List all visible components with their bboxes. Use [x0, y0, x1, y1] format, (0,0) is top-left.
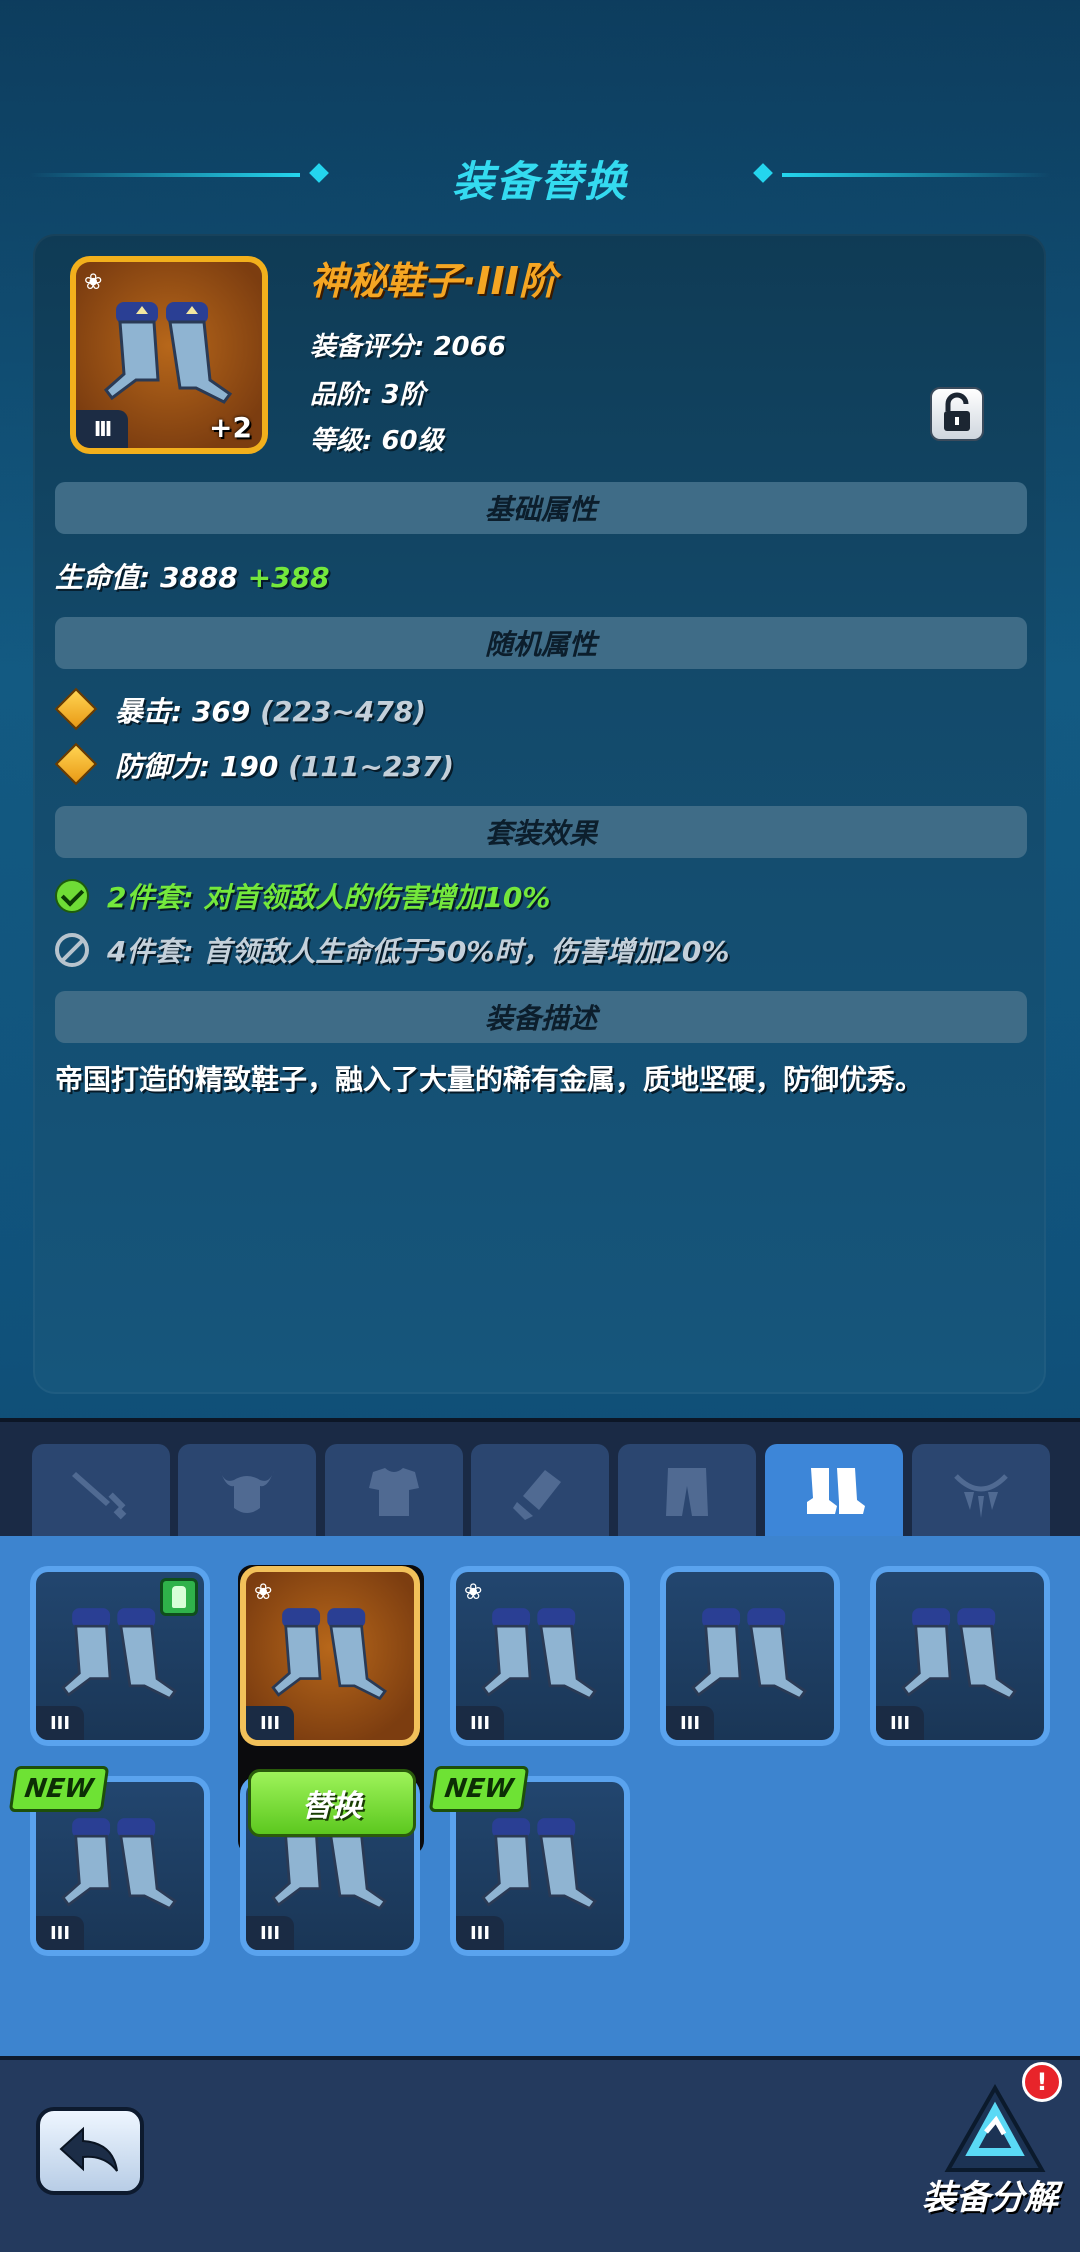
- tab-weapon[interactable]: [32, 1444, 170, 1540]
- tab-boots[interactable]: [765, 1444, 903, 1540]
- enhance-level: +2: [209, 411, 252, 444]
- back-arrow-icon: [59, 2126, 118, 2172]
- title-bar: 装备替换: [0, 140, 1080, 210]
- slot-tier: III: [36, 1916, 84, 1950]
- new-tag: NEW: [8, 1766, 110, 1812]
- replace-button[interactable]: 替换: [248, 1769, 416, 1837]
- slot-tier: III: [456, 1706, 504, 1740]
- slot-tier: III: [876, 1706, 924, 1740]
- inventory-slot[interactable]: ❀ III: [450, 1566, 630, 1746]
- title-right-line: [782, 173, 1050, 177]
- inventory-slot[interactable]: III: [870, 1566, 1050, 1746]
- page-title: 装备替换: [451, 157, 628, 206]
- lock-button[interactable]: [930, 387, 984, 441]
- check-icon: [55, 879, 89, 913]
- decompose-label[interactable]: 装备分解: [922, 2170, 1058, 2219]
- item-description: 帝国打造的精致鞋子，融入了大量的稀有金属，质地坚硬，防御优秀。: [55, 1063, 924, 1096]
- item-icon: ❀ III +2: [70, 256, 268, 454]
- bracer-icon: [513, 1470, 561, 1520]
- inventory-slot[interactable]: III: [30, 1566, 210, 1746]
- set-effect-4: 4件套: 首领敌人生命低于50%时，伤害增加20%: [55, 930, 729, 970]
- tab-bracer[interactable]: [471, 1444, 609, 1540]
- pants-icon: [666, 1468, 708, 1516]
- boots-icon: [807, 1468, 865, 1514]
- sword-icon: [72, 1472, 127, 1520]
- slot-tier: III: [456, 1916, 504, 1950]
- tab-armor[interactable]: [325, 1444, 463, 1540]
- slot-tier: III: [246, 1916, 294, 1950]
- inventory-slot-selected[interactable]: ❀ III: [240, 1566, 420, 1746]
- item-quality: 品阶: 3阶: [310, 380, 426, 410]
- category-tab-strip: [0, 1418, 1080, 1540]
- slot-tier: III: [36, 1706, 84, 1740]
- armor-icon: [369, 1468, 419, 1516]
- gem-icon: [54, 687, 98, 731]
- item-level: 等级: 60级: [310, 426, 444, 456]
- random-attr-crit: 暴击: 369 (223~478): [54, 687, 426, 731]
- necklace-icon: [954, 1474, 1008, 1518]
- equipped-icon: [160, 1578, 198, 1616]
- item-score: 装备评分: 2066: [310, 332, 506, 362]
- slot-tier: III: [246, 1706, 294, 1740]
- slot-tier: III: [666, 1706, 714, 1740]
- gem-icon: [54, 742, 98, 786]
- section-set-effects: 套装效果: [55, 806, 1027, 858]
- random-attr-defense: 防御力: 190 (111~237): [54, 742, 454, 786]
- bottom-bar: [0, 2056, 1080, 2252]
- set-effect-2: 2件套: 对首领敌人的伤害增加10%: [55, 876, 550, 916]
- tab-helmet[interactable]: [178, 1444, 316, 1540]
- new-tag: NEW: [428, 1766, 530, 1812]
- alert-badge: !: [1022, 2062, 1062, 2102]
- section-base-attrs: 基础属性: [55, 482, 1027, 534]
- unlock-icon: [944, 392, 970, 431]
- tier-badge: III: [76, 410, 128, 448]
- tab-necklace[interactable]: [912, 1444, 1050, 1540]
- inactive-icon: [55, 933, 89, 967]
- base-attr-hp: 生命值: 3888 +388: [55, 561, 330, 594]
- inventory-slot[interactable]: III: [660, 1566, 840, 1746]
- section-random-attrs: 随机属性: [55, 617, 1027, 669]
- section-description: 装备描述: [55, 991, 1027, 1043]
- horned-helmet-icon: [220, 1470, 274, 1513]
- tab-pants[interactable]: [618, 1444, 756, 1540]
- item-name: 神秘鞋子·III阶: [310, 259, 557, 303]
- back-button[interactable]: [36, 2107, 144, 2195]
